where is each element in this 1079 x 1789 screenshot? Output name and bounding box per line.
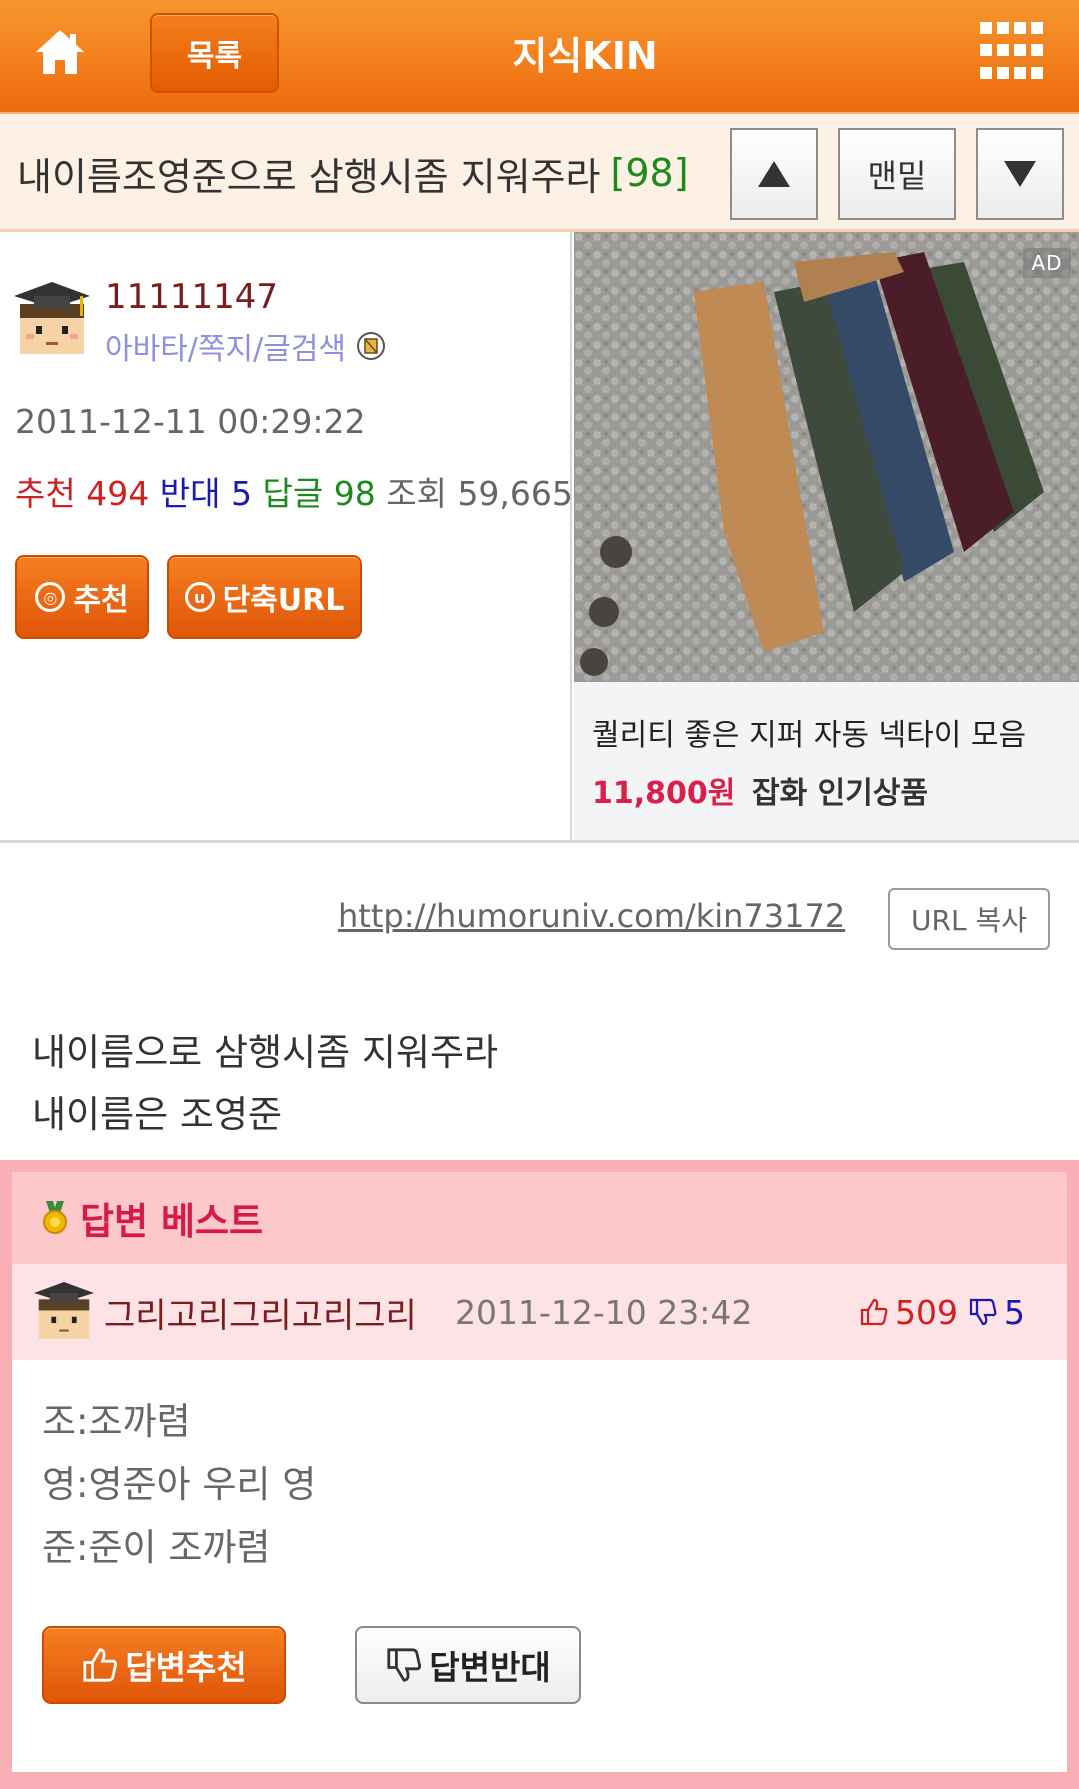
ad-banner[interactable]: AD 퀄리티 좋은 지퍼 자동 넥타이 모음 11,800원 잡화 인기상품 bbox=[574, 232, 1079, 842]
reply-label: 답글 bbox=[262, 474, 324, 513]
ad-price: 11,800원 bbox=[592, 776, 736, 811]
ad-badge: AD bbox=[1023, 248, 1071, 278]
oppose-label: 반대 bbox=[159, 474, 221, 513]
answer-date: 2011-12-10 23:42 bbox=[455, 1292, 753, 1332]
reply-count: [98] bbox=[610, 151, 689, 195]
answer-body: 조:조까렴 영:영준아 우리 영 준:준이 조까렴 답변추천 답변반대 bbox=[12, 1360, 1067, 1772]
post-date: 2011-12-11 00:29:22 bbox=[15, 402, 366, 441]
medal-icon bbox=[43, 1201, 67, 1234]
url-copy-button[interactable]: URL 복사 bbox=[888, 888, 1050, 950]
best-answer-header: 답변 베스트 bbox=[12, 1172, 1067, 1264]
answer-oppose-button[interactable]: 답변반대 bbox=[355, 1626, 581, 1704]
top-app-bar: 목록 지식KIN bbox=[0, 0, 1079, 114]
post-stats: 추천 494 반대 5 답글 98 조회 59,665 bbox=[15, 467, 573, 515]
post-url-link[interactable]: http://humoruniv.com/kin73172 bbox=[338, 897, 845, 935]
reply-total: 98 bbox=[333, 474, 376, 513]
post-title: 내이름조영준으로 삼행시좀 지워주라 [98] bbox=[17, 114, 689, 232]
app-title: 지식KIN bbox=[512, 33, 658, 78]
post-title-bar: 내이름조영준으로 삼행시좀 지워주라 [98] 맨밑 bbox=[0, 114, 1079, 232]
post-info: 11111147 아바타/쪽지/글검색 2011-12-11 00:29:22 … bbox=[0, 232, 573, 842]
ad-image[interactable]: AD bbox=[574, 232, 1079, 682]
thumbs-down-icon bbox=[387, 1648, 422, 1682]
answer-downvotes: 5 bbox=[1004, 1292, 1025, 1332]
answer-avatar[interactable] bbox=[34, 1282, 94, 1342]
recommend-button-label: 추천 bbox=[73, 583, 129, 618]
author-links-text[interactable]: 아바타/쪽지/글검색 bbox=[105, 324, 346, 368]
view-count: 59,665 bbox=[457, 474, 573, 513]
answer-line: 준:준이 조까렴 bbox=[42, 1526, 271, 1569]
level-badge-icon bbox=[357, 332, 386, 360]
nav-up-button[interactable] bbox=[730, 128, 818, 220]
answer-recommend-button[interactable]: 답변추천 bbox=[42, 1626, 286, 1704]
nav-bottom-button[interactable]: 맨밑 bbox=[838, 128, 956, 220]
thumbs-down-icon bbox=[969, 1298, 997, 1326]
answer-author[interactable]: 그리고리그리고리그리 bbox=[104, 1264, 417, 1360]
oppose-count: 5 bbox=[230, 474, 252, 513]
post-body-line: 내이름은 조영준 bbox=[32, 1093, 283, 1136]
short-url-button-label: 단축URL bbox=[222, 583, 345, 618]
recommend-count: 494 bbox=[86, 474, 150, 513]
nav-down-button[interactable] bbox=[976, 128, 1064, 220]
target-icon: ◎ bbox=[35, 582, 66, 612]
post-body-line: 내이름으로 삼행시좀 지워주라 bbox=[32, 1031, 499, 1074]
ad-category: 잡화 인기상품 bbox=[752, 776, 929, 811]
answer-line: 조:조까렴 bbox=[42, 1400, 191, 1443]
section-divider bbox=[0, 840, 1079, 843]
answer-upvotes: 509 bbox=[895, 1292, 958, 1332]
answer-line: 영:영준아 우리 영 bbox=[42, 1463, 317, 1506]
grid-menu-icon[interactable] bbox=[980, 22, 1043, 84]
answer-recommend-label: 답변추천 bbox=[125, 1648, 247, 1687]
view-label: 조회 bbox=[386, 474, 447, 513]
answer-votes: 509 5 bbox=[859, 1264, 1025, 1360]
recommend-button[interactable]: ◎ 추천 bbox=[15, 555, 149, 639]
url-icon: u bbox=[184, 582, 215, 612]
ad-title[interactable]: 퀄리티 좋은 지퍼 자동 넥타이 모음 bbox=[592, 710, 1026, 754]
best-answer-section: 답변 베스트 그리고리그리고리그리 2011-12-10 23:42 509 5… bbox=[0, 1160, 1079, 1789]
thumbs-up-icon bbox=[860, 1298, 888, 1326]
avatar[interactable] bbox=[14, 282, 90, 358]
answer-meta: 그리고리그리고리그리 2011-12-10 23:42 509 5 bbox=[12, 1264, 1067, 1360]
list-button[interactable]: 목록 bbox=[150, 13, 279, 93]
answer-oppose-label: 답변반대 bbox=[429, 1648, 551, 1687]
post-body: 내이름으로 삼행시좀 지워주라 내이름은 조영준 bbox=[32, 1022, 498, 1146]
triangle-down-icon bbox=[1004, 161, 1036, 187]
author-links[interactable]: 아바타/쪽지/글검색 bbox=[105, 324, 386, 368]
recommend-label: 추천 bbox=[15, 474, 76, 513]
thumbs-up-icon bbox=[83, 1648, 118, 1682]
post-title-text: 내이름조영준으로 삼행시좀 지워주라 bbox=[17, 154, 601, 199]
author-id[interactable]: 11111147 bbox=[105, 277, 278, 317]
home-icon[interactable] bbox=[30, 22, 90, 82]
answer-text: 조:조까렴 영:영준아 우리 영 준:준이 조까렴 bbox=[42, 1390, 316, 1579]
short-url-button[interactable]: u 단축URL bbox=[167, 555, 362, 639]
triangle-up-icon bbox=[758, 161, 790, 187]
best-answer-title: 답변 베스트 bbox=[80, 1200, 264, 1243]
